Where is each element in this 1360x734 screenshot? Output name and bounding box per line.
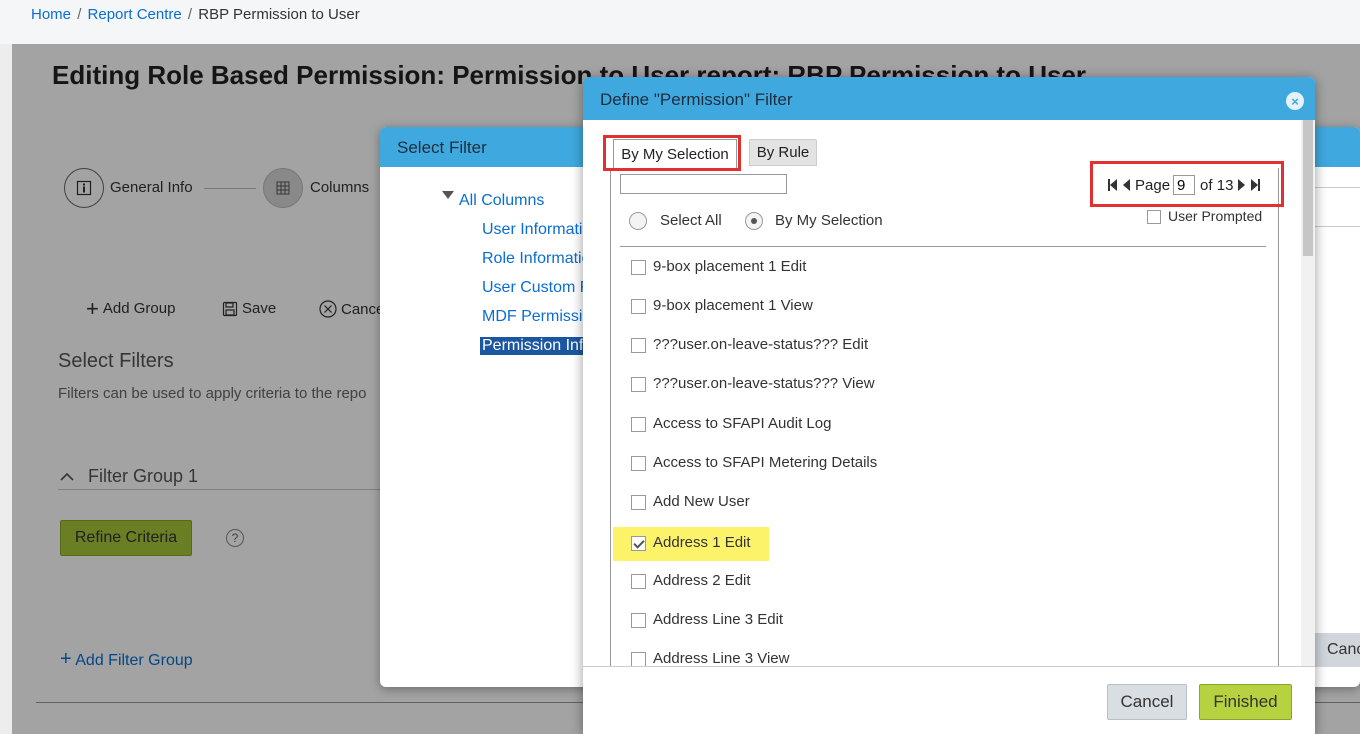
list-item[interactable]: 9-box placement 1 Edit	[613, 251, 1253, 285]
checkbox[interactable]	[631, 417, 646, 432]
checkbox[interactable]	[631, 456, 646, 471]
list-item-label: ???user.on-leave-status??? View	[653, 375, 875, 392]
list-item-label: Address Line 3 View	[653, 650, 790, 667]
page-total-label: of 13	[1200, 176, 1234, 194]
list-item-label: ???user.on-leave-status??? Edit	[653, 336, 869, 353]
finished-button[interactable]: Finished	[1199, 684, 1292, 720]
checkbox[interactable]	[631, 495, 646, 510]
list-item-highlighted[interactable]: Address 1 Edit	[613, 527, 769, 561]
list-item[interactable]: Access to SFAPI Metering Details	[613, 447, 1253, 481]
cancel-button[interactable]: Cancel	[1107, 684, 1187, 720]
left-margin	[0, 44, 12, 734]
list-divider	[620, 246, 1266, 247]
page-label: Page	[1135, 176, 1171, 194]
radio-by-my-selection-label: By My Selection	[775, 212, 883, 229]
first-page-icon[interactable]	[1108, 179, 1117, 191]
list-item-label: Address 1 Edit	[653, 534, 751, 551]
breadcrumb-report-centre-link[interactable]: Report Centre	[88, 6, 182, 23]
list-item-label: Access to SFAPI Audit Log	[653, 415, 832, 432]
next-page-icon[interactable]	[1238, 179, 1246, 191]
select-filter-cancel-button[interactable]: Canc	[1313, 633, 1360, 667]
breadcrumb-separator: /	[187, 6, 193, 23]
list-item[interactable]: Add New User	[613, 486, 1253, 520]
tree-item-permission-info[interactable]: Permission Info	[480, 337, 595, 355]
expand-triangle-icon[interactable]	[442, 191, 454, 199]
tree-item-all-columns[interactable]: All Columns	[459, 192, 544, 210]
annotation-highlight-tab	[603, 135, 741, 171]
search-input[interactable]	[620, 174, 787, 194]
radio-select-all-input[interactable]	[629, 212, 647, 230]
list-item[interactable]: ???user.on-leave-status??? View	[613, 368, 1253, 402]
list-item[interactable]: Address 2 Edit	[613, 565, 1253, 599]
user-prompted-label: User Prompted	[1168, 208, 1263, 224]
checkbox[interactable]	[631, 338, 646, 353]
radio-select-all-label: Select All	[660, 212, 722, 229]
breadcrumb-bar: Home / Report Centre / RBP Permission to…	[0, 0, 1360, 44]
radio-by-my-selection-input[interactable]	[745, 212, 763, 230]
checkbox[interactable]	[631, 652, 646, 667]
dialog-scrollbar[interactable]	[1301, 120, 1315, 666]
checkbox[interactable]	[631, 260, 646, 275]
tree-item-role-information[interactable]: Role Informatio	[482, 250, 591, 268]
checkbox[interactable]	[631, 299, 646, 314]
list-item-label: Add New User	[653, 493, 750, 510]
tab-by-rule[interactable]: By Rule	[749, 139, 817, 166]
user-prompted-checkbox[interactable]	[1147, 210, 1161, 224]
page-number-input[interactable]	[1173, 175, 1196, 195]
last-page-icon[interactable]	[1251, 179, 1261, 191]
list-item-label: 9-box placement 1 Edit	[653, 258, 807, 275]
dialog-footer: Cancel Finished	[583, 666, 1315, 734]
breadcrumb: Home / Report Centre / RBP Permission to…	[31, 6, 360, 23]
select-filter-right-panel	[1313, 187, 1360, 227]
close-icon[interactable]: ×	[1286, 92, 1304, 110]
select-filter-title: Select Filter	[397, 138, 487, 157]
breadcrumb-current: RBP Permission to User	[198, 6, 360, 23]
checkbox[interactable]	[631, 613, 646, 628]
list-item-label: Address Line 3 Edit	[653, 611, 784, 628]
breadcrumb-separator: /	[77, 6, 82, 23]
tree-item-user-custom-fields[interactable]: User Custom Fi	[482, 279, 593, 297]
list-item-label: Address 2 Edit	[653, 572, 751, 589]
list-item-label: 9-box placement 1 View	[653, 297, 813, 314]
breadcrumb-home-link[interactable]: Home	[31, 6, 71, 23]
list-item-label: Access to SFAPI Metering Details	[653, 454, 878, 471]
list-item[interactable]: 9-box placement 1 View	[613, 290, 1253, 324]
list-item[interactable]: ???user.on-leave-status??? Edit	[613, 329, 1253, 363]
tree-item-user-information[interactable]: User Informatio	[482, 221, 591, 239]
define-permission-filter-dialog: Define "Permission" Filter × By My Selec…	[583, 77, 1315, 734]
checkbox[interactable]	[631, 574, 646, 589]
previous-page-icon[interactable]	[1123, 179, 1130, 191]
list-item[interactable]: Access to SFAPI Audit Log	[613, 408, 1253, 442]
tree-item-mdf-permission[interactable]: MDF Permissio	[482, 308, 591, 326]
permission-dialog-title: Define "Permission" Filter	[600, 90, 793, 109]
scrollbar-thumb[interactable]	[1303, 120, 1313, 256]
permission-dialog-header: Define "Permission" Filter ×	[583, 77, 1315, 120]
pagination: Page of 13	[1108, 175, 1261, 195]
checkbox-checked[interactable]	[631, 536, 646, 551]
checkbox[interactable]	[631, 377, 646, 392]
list-item[interactable]: Address Line 3 Edit	[613, 604, 1253, 638]
